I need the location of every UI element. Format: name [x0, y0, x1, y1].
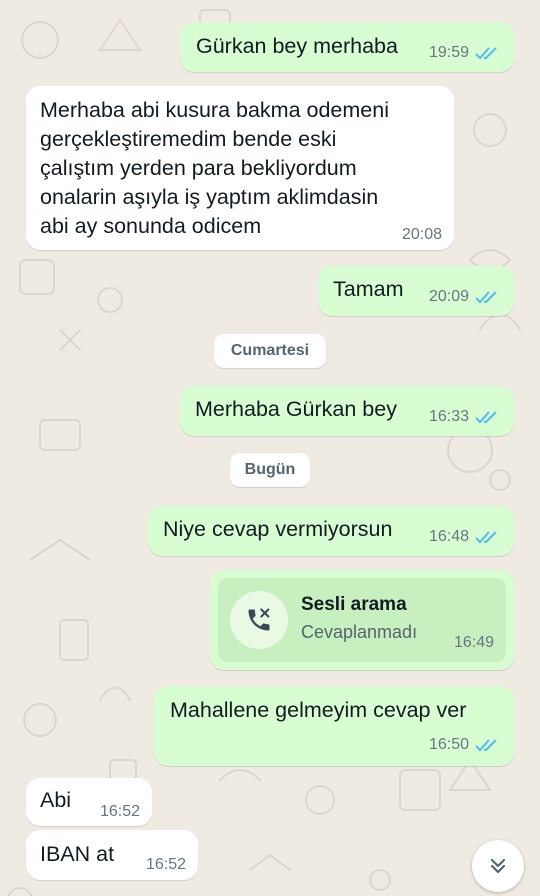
message-time: 16:52	[145, 856, 186, 873]
message-bubble-outgoing[interactable]: Mahallene gelmeyim cevap ver 16:50	[154, 686, 514, 766]
message-line: çalıştım yerden para bekliyordum	[40, 156, 357, 180]
message-text: Niye cevap vermiyorsun	[163, 517, 393, 541]
message-bubble-incoming[interactable]: Abi 16:52	[26, 778, 152, 826]
message-text: Tamam	[333, 277, 404, 301]
message-text: Mahallene gelmeyim cevap ver	[170, 698, 467, 722]
message-time: 16:50	[428, 736, 469, 753]
double-check-icon	[475, 739, 497, 752]
message-meta: 19:59	[429, 44, 500, 62]
missed-call-icon	[248, 608, 270, 631]
message-line: Merhaba abi kusura bakma odemeni	[40, 98, 389, 122]
message-line: gerçekleştiremedim bende eski	[40, 127, 337, 151]
message-time: 20:09	[428, 288, 469, 305]
call-title: Sesli arama	[301, 594, 407, 615]
scroll-to-bottom-button[interactable]	[472, 840, 524, 892]
message-bubble-incoming[interactable]: Merhaba abi kusura bakma odemeni gerçekl…	[26, 86, 454, 250]
message-time: 16:33	[428, 408, 469, 425]
message-meta: 16:52	[100, 803, 140, 821]
message-bubble-outgoing[interactable]: Niye cevap vermiyorsun 16:48	[148, 506, 514, 556]
message-meta: 16:33	[429, 408, 500, 426]
message-time: 16:49	[453, 634, 494, 651]
double-check-icon	[475, 47, 497, 60]
message-text: Abi	[40, 788, 72, 812]
message-meta: 20:08	[402, 226, 442, 244]
double-check-icon	[475, 531, 497, 544]
call-card[interactable]: Sesli arama Cevaplanmadı 16:49	[218, 578, 506, 662]
message-bubble-outgoing[interactable]: Gürkan bey merhaba 19:59	[180, 22, 514, 72]
message-text: Merhaba Gürkan bey	[195, 397, 397, 421]
message-bubble-outgoing[interactable]: Merhaba Gürkan bey 16:33	[180, 386, 514, 436]
message-time: 16:48	[428, 528, 469, 545]
message-time: 19:59	[428, 44, 469, 61]
message-meta: 16:48	[429, 528, 500, 546]
double-check-icon	[475, 411, 497, 424]
call-status: Cevaplanmadı	[301, 622, 418, 642]
chevron-double-down-icon	[490, 858, 506, 874]
message-bubble-incoming[interactable]: IBAN at 16:52	[26, 830, 198, 880]
date-separator: Cumartesi	[214, 334, 326, 368]
message-meta: 16:52	[146, 856, 186, 874]
message-line: onalarin aşıyla iş yaptım aklimdasin	[40, 185, 379, 209]
message-meta: 16:50	[429, 736, 500, 754]
message-text: IBAN at	[40, 842, 115, 866]
message-text: Gürkan bey merhaba	[196, 34, 398, 58]
call-message-bubble[interactable]: Sesli arama Cevaplanmadı 16:49	[210, 570, 514, 670]
message-bubble-outgoing[interactable]: Tamam 20:09	[318, 266, 514, 316]
message-time: 16:52	[99, 803, 140, 820]
message-time: 20:08	[401, 226, 442, 243]
call-icon-container	[230, 591, 288, 649]
message-line: abi ay sonunda odicem	[40, 214, 262, 238]
date-separator: Bugün	[230, 453, 310, 487]
message-meta: 20:09	[429, 288, 500, 306]
double-check-icon	[475, 291, 497, 304]
message-text: Merhaba abi kusura bakma odemeni gerçekl…	[40, 96, 389, 241]
